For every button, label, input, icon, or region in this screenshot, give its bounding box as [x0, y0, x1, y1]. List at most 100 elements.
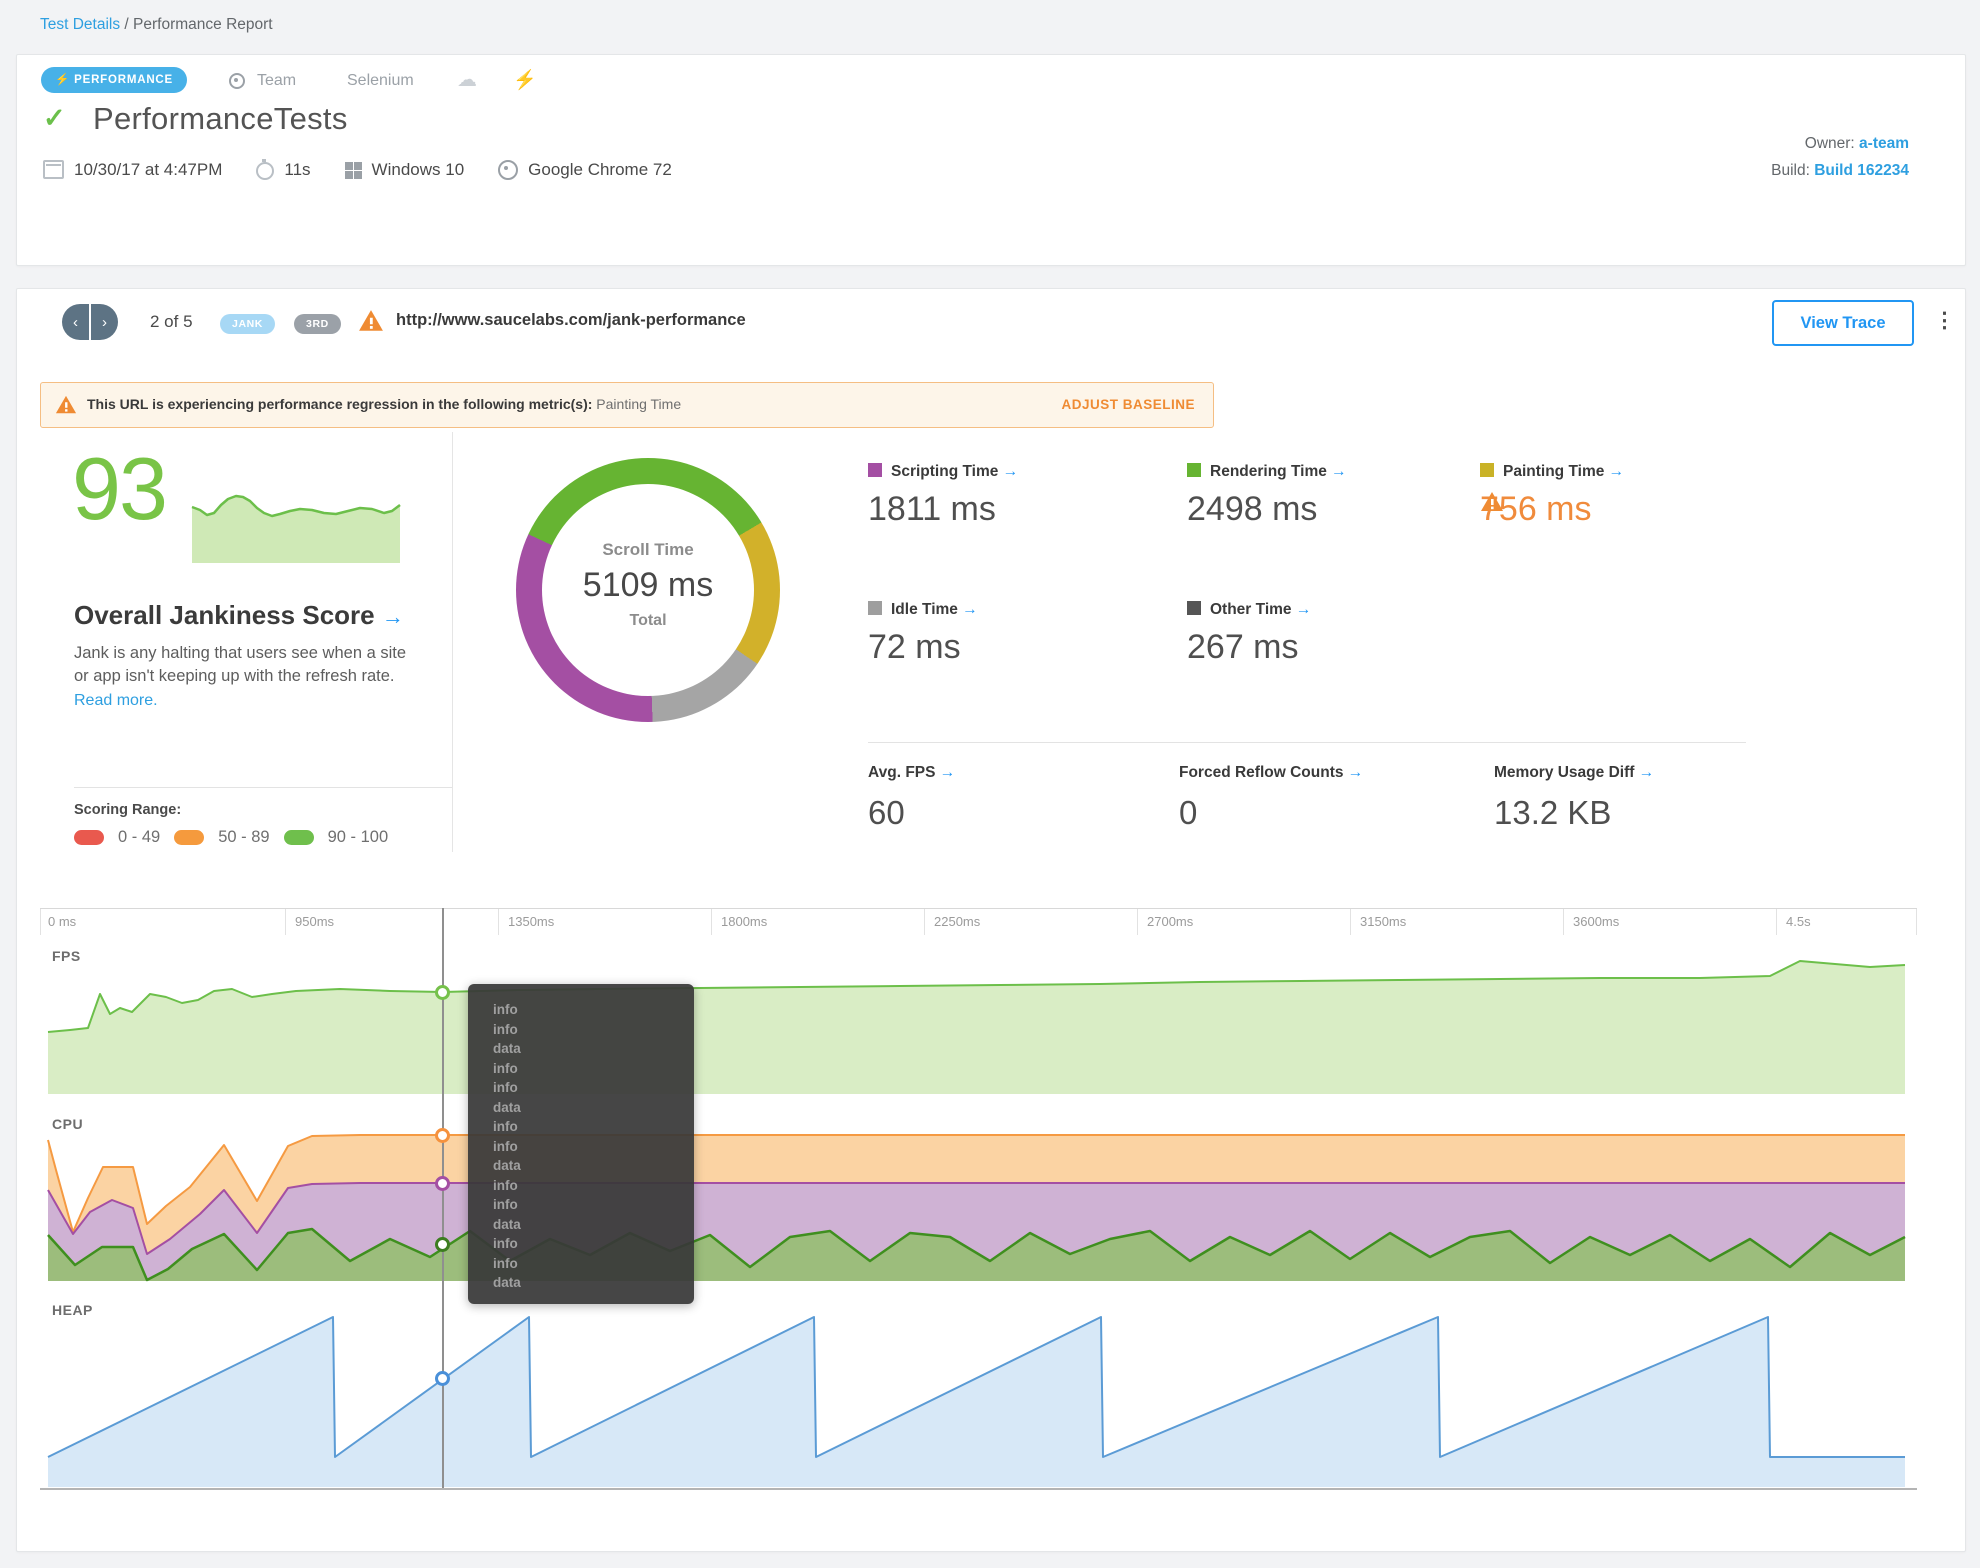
heap-area	[48, 1317, 1905, 1487]
url-position: 2 of 5	[150, 312, 193, 331]
rendering-time-label[interactable]: Rendering Time →	[1187, 462, 1347, 481]
forced-reflow-label[interactable]: Forced Reflow Counts →	[1179, 764, 1363, 782]
rendering-arrow-icon[interactable]: →	[1331, 463, 1347, 480]
scripting-color-swatch	[868, 463, 882, 477]
banner-warning-icon	[55, 395, 77, 414]
tooltip-line: info	[493, 1060, 518, 1076]
chrome-icon	[498, 160, 519, 180]
painting-time-label[interactable]: Painting Time →	[1480, 462, 1624, 481]
banner-metric: Painting Time	[596, 396, 682, 412]
breadcrumb-test-details-link[interactable]: Test Details	[40, 16, 120, 33]
rendering-time-value: 2498 ms	[1187, 490, 1318, 528]
page-url: http://www.saucelabs.com/jank-performanc…	[396, 311, 746, 329]
build-label: Build:	[1771, 162, 1815, 179]
jankiness-description: Jank is any halting that users see when …	[74, 642, 420, 713]
memory-usage-label[interactable]: Memory Usage Diff →	[1494, 764, 1654, 782]
kebab-menu-icon[interactable]: ⋮	[1934, 308, 1955, 333]
regression-banner: This URL is experiencing performance reg…	[40, 382, 1214, 428]
jankiness-score-title: Overall Jankiness Score →	[74, 600, 404, 631]
read-more-link[interactable]: Read more.	[74, 692, 158, 709]
scripting-arrow-icon[interactable]: →	[1003, 463, 1019, 480]
performance-badge[interactable]: ⚡ PERFORMANCE	[41, 67, 188, 93]
rendering-time-text: Rendering Time	[1210, 463, 1327, 480]
banner-message: This URL is experiencing performance reg…	[87, 396, 681, 412]
painting-time-text: Painting Time	[1503, 463, 1605, 480]
painting-arrow-icon[interactable]: →	[1609, 463, 1625, 480]
range-high-pill	[283, 830, 314, 845]
painting-color-swatch	[1480, 463, 1494, 477]
cpu-rendering-marker[interactable]	[435, 1237, 450, 1252]
jankiness-detail-arrow-icon[interactable]: →	[382, 604, 404, 629]
tooltip-line: info	[493, 1002, 518, 1017]
avg-fps-label[interactable]: Avg. FPS →	[868, 764, 955, 782]
tooltip-line: info	[493, 1236, 518, 1251]
cpu-other-marker[interactable]	[435, 1128, 450, 1143]
view-trace-button[interactable]: View Trace	[1772, 300, 1914, 346]
scoring-range-legend: 0 - 49 50 - 89 90 - 100	[74, 828, 388, 847]
painting-warning-icon	[1481, 492, 1503, 511]
forced-reflow-arrow-icon[interactable]: →	[1348, 764, 1364, 781]
cloud-icon: ☁	[457, 69, 477, 91]
range-high-label: 90 - 100	[327, 828, 389, 846]
scoring-range-label: Scoring Range:	[74, 802, 182, 818]
other-arrow-icon[interactable]: →	[1296, 601, 1312, 618]
breadcrumb-current: Performance Report	[133, 16, 273, 33]
scripting-time-value: 1811 ms	[868, 490, 996, 528]
performance-badge-bolt-icon: ⚡	[55, 74, 71, 86]
range-mid-label: 50 - 89	[218, 828, 270, 846]
tooltip-line: info	[493, 1080, 518, 1095]
owner-link[interactable]: a-team	[1859, 135, 1909, 152]
avg-fps-arrow-icon[interactable]: →	[940, 764, 956, 781]
breadcrumb-separator: /	[120, 16, 134, 33]
other-time-text: Other Time	[1210, 601, 1292, 618]
idle-arrow-icon[interactable]: →	[962, 601, 978, 618]
forced-reflow-value: 0	[1179, 794, 1198, 831]
test-duration: 11s	[284, 159, 311, 179]
jankiness-score-title-text: Overall Jankiness Score	[74, 600, 375, 630]
idle-time-label[interactable]: Idle Time →	[868, 600, 978, 619]
performance-report-page: Test Details / Performance Report ⚡ PERF…	[0, 0, 1980, 1568]
cpu-scripting-marker[interactable]	[435, 1176, 450, 1191]
calendar-icon	[43, 160, 64, 179]
owner-label: Owner:	[1804, 135, 1860, 152]
lightning-icon: ⚡	[513, 70, 537, 91]
tooltip-line: info	[493, 1138, 518, 1154]
range-mid-pill	[174, 830, 205, 845]
donut-title: Scroll Time	[602, 540, 694, 559]
third-party-tag: 3RD	[294, 314, 341, 334]
url-warning-icon	[359, 310, 383, 331]
painting-time-value: 756 ms	[1480, 490, 1592, 529]
range-low-pill	[74, 830, 104, 845]
idle-time-value: 72 ms	[868, 628, 961, 666]
column-divider	[452, 432, 453, 852]
test-header-card: ⚡ PERFORMANCE Team Selenium ☁ ⚡ ✓ Perfor…	[16, 54, 1966, 266]
jankiness-description-text: Jank is any halting that users see when …	[74, 644, 407, 686]
test-os: Windows 10	[371, 159, 465, 179]
stopwatch-icon	[256, 159, 275, 180]
idle-time-text: Idle Time	[891, 601, 958, 618]
framework-label: Selenium	[347, 72, 414, 89]
score-sparkline-chart	[191, 494, 401, 563]
heap-marker[interactable]	[435, 1371, 450, 1386]
fps-marker[interactable]	[435, 985, 450, 1000]
team-label[interactable]: Team	[257, 72, 296, 90]
scripting-time-label[interactable]: Scripting Time →	[868, 462, 1018, 481]
tooltip-line: data	[493, 1041, 521, 1056]
test-title: PerformanceTests	[93, 101, 348, 136]
donut-value: 5109 ms	[582, 566, 714, 604]
timeline-tooltip: info info data info info data info info data info…	[468, 984, 694, 1304]
memory-usage-text: Memory Usage Diff	[1494, 764, 1635, 781]
windows-icon	[344, 162, 362, 179]
tooltip-line: info	[493, 1119, 518, 1134]
build-line: Build: Build 162234	[1771, 162, 1909, 180]
other-time-label[interactable]: Other Time →	[1187, 600, 1311, 619]
performance-badge-label: PERFORMANCE	[74, 74, 174, 86]
memory-usage-arrow-icon[interactable]: →	[1639, 764, 1655, 781]
test-browser: Google Chrome 72	[528, 159, 672, 179]
fps-area	[48, 961, 1905, 1094]
adjust-baseline-link[interactable]: ADJUST BASELINE	[1061, 397, 1195, 412]
tooltip-line: data	[493, 1099, 521, 1115]
avg-fps-text: Avg. FPS	[868, 764, 936, 781]
build-link[interactable]: Build 162234	[1814, 162, 1909, 179]
timeline-charts[interactable]	[40, 908, 1917, 1490]
